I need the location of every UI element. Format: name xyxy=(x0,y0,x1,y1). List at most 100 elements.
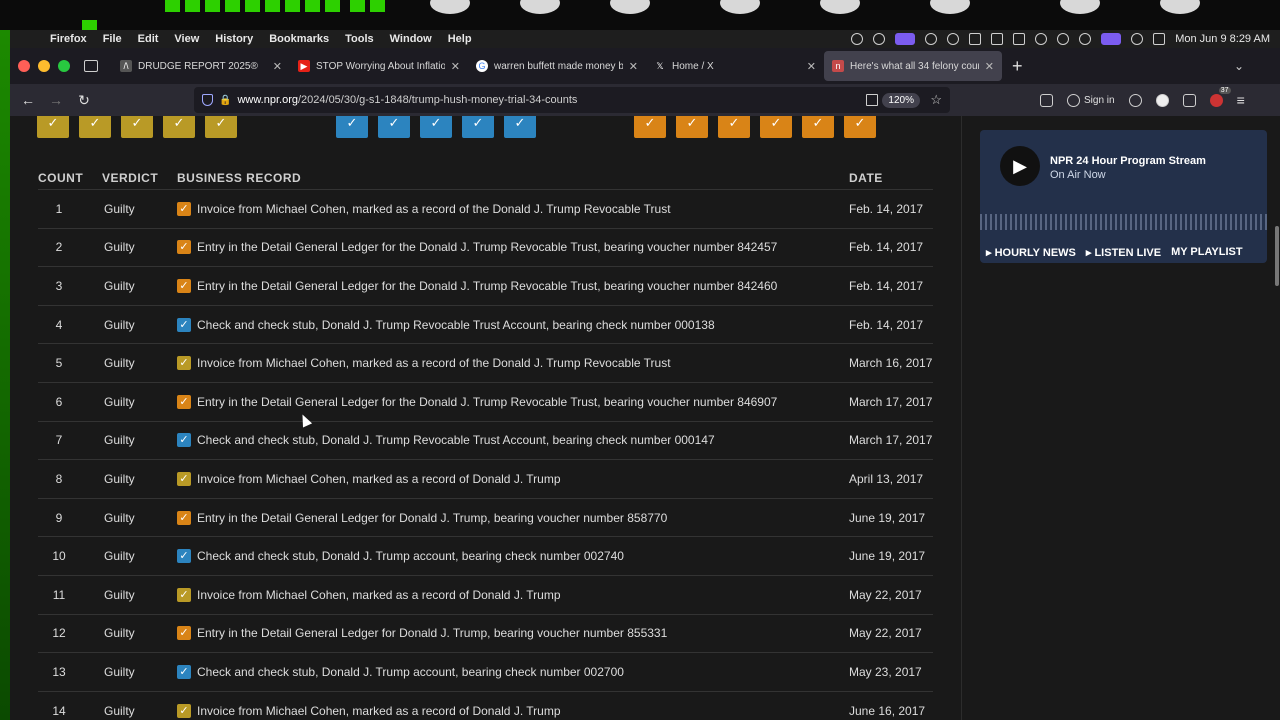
bluetooth-icon[interactable] xyxy=(1035,33,1048,45)
record-cell: ✓ Invoice from Michael Cohen, marked as a… xyxy=(177,356,849,371)
menu-help[interactable]: Help xyxy=(440,33,480,45)
menu-file[interactable]: File xyxy=(95,33,130,45)
player-links: ▸ HOURLY NEWS ▸ LISTEN LIVE MY PLAYLIST xyxy=(986,246,1243,259)
page-scrollbar[interactable] xyxy=(1275,226,1279,286)
audio-waveform xyxy=(980,214,1267,230)
menubar-clock[interactable]: Mon Jun 9 8:29 AM xyxy=(1175,33,1270,45)
lock-icon[interactable]: 🔒 xyxy=(219,95,231,106)
stage-manager-icon[interactable] xyxy=(1101,33,1122,45)
address-bar[interactable]: 🔒 www.npr.org /2024/05/30/g-s1-1848/trum… xyxy=(194,87,950,113)
verdict-cell: Guilty xyxy=(104,664,135,679)
checkbox-icon: ✓ xyxy=(177,626,191,641)
menu-hamburger-icon[interactable]: ≡ xyxy=(1237,92,1245,108)
listen-live-link[interactable]: ▸ LISTEN LIVE xyxy=(1086,246,1161,259)
checkbox-icon: ✓ xyxy=(177,433,191,448)
date-cell: March 17, 2017 xyxy=(849,394,933,409)
zoom-window-button[interactable] xyxy=(58,60,70,72)
sync-icon[interactable] xyxy=(873,33,886,45)
count-cell: 5 xyxy=(55,356,63,371)
close-icon[interactable]: ✕ xyxy=(985,60,994,73)
npr-icon: n xyxy=(832,60,844,72)
table-row: 1 Guilty ✓ Invoice from Michael Cohen, mark… xyxy=(38,190,933,229)
verdict-cell: Guilty xyxy=(104,317,135,332)
sign-in-label: Sign in xyxy=(1084,94,1115,106)
player-title: NPR 24 Hour Program Stream xyxy=(1050,155,1206,167)
display-icon[interactable] xyxy=(991,33,1004,45)
verdict-cell: Guilty xyxy=(104,356,135,371)
status-dot-icon[interactable] xyxy=(851,33,864,45)
pocket-icon[interactable] xyxy=(1040,93,1053,107)
felony-counts-table: COUNT VERDICT BUSINESS RECORD DATE 1 Guil… xyxy=(38,166,933,720)
record-text: Invoice from Michael Cohen, marked as a … xyxy=(197,471,561,486)
checkbox-icon: ✓ xyxy=(177,201,191,216)
record-text: Entry in the Detail General Ledger for t… xyxy=(197,278,778,293)
menu-edit[interactable]: Edit xyxy=(130,33,167,45)
play-icon[interactable]: ▶ xyxy=(1000,146,1040,186)
record-cell: ✓ Check and check stub, Donald J. Trump R… xyxy=(177,317,849,332)
x-icon: 𝕏 xyxy=(656,60,664,71)
forward-arrow-icon[interactable]: → xyxy=(42,92,70,108)
record-text: Check and check stub, Donald J. Trump Re… xyxy=(197,433,715,448)
zoom-level-badge[interactable]: 120% xyxy=(882,92,920,108)
extension-badge-count: 37 xyxy=(1218,86,1231,94)
bookmark-star-icon[interactable]: ☆ xyxy=(930,92,942,108)
header-verdict: VERDICT xyxy=(102,170,159,185)
menu-view[interactable]: View xyxy=(166,33,207,45)
menu-tools[interactable]: Tools xyxy=(337,33,382,45)
tab-x-home[interactable]: 𝕏 Home / X ✕ xyxy=(646,51,824,81)
extension-s-icon[interactable] xyxy=(1155,93,1169,107)
close-icon[interactable]: ✕ xyxy=(451,60,460,73)
tab-list-chevron-icon[interactable]: ⌄ xyxy=(1234,59,1244,73)
reader-view-icon[interactable] xyxy=(866,94,878,106)
close-icon[interactable]: ✕ xyxy=(273,60,282,73)
count-cell: 4 xyxy=(55,317,63,332)
verdict-cell: Guilty xyxy=(104,278,135,293)
extension-badge-icon[interactable]: 37 xyxy=(1209,86,1231,107)
date-cell: Feb. 14, 2017 xyxy=(849,240,924,255)
tab-overview-icon[interactable] xyxy=(84,60,98,72)
verdict-cell: Guilty xyxy=(104,240,135,255)
table-row: 9 Guilty ✓ Entry in the Detail General Ledg… xyxy=(38,499,933,538)
tab-npr-active[interactable]: n Here's what all 34 felony counts ✕ xyxy=(824,51,1002,81)
menu-window[interactable]: Window xyxy=(382,33,440,45)
checkbox-icon: ✓ xyxy=(177,703,191,718)
globe-icon[interactable] xyxy=(947,33,960,45)
record-cell: ✓ Invoice from Michael Cohen, marked as a… xyxy=(177,703,849,718)
tab-title: DRUDGE REPORT 2025® xyxy=(138,60,258,72)
extensions-puzzle-icon[interactable] xyxy=(1182,93,1196,107)
count-cell: 1 xyxy=(55,201,63,216)
close-icon[interactable]: ✕ xyxy=(807,60,816,73)
macos-menubar: Firefox File Edit View History Bookmarks… xyxy=(10,30,1280,48)
check-icon: ✓ xyxy=(336,116,368,138)
date-cell: Feb. 14, 2017 xyxy=(849,201,924,216)
new-tab-button[interactable]: + xyxy=(1002,56,1033,77)
close-icon[interactable]: ✕ xyxy=(629,60,638,73)
camera-icon[interactable] xyxy=(1013,33,1026,45)
minimize-window-button[interactable] xyxy=(38,60,50,72)
tab-google[interactable]: G warren buffett made money buy ✕ xyxy=(468,51,646,81)
my-playlist-link[interactable]: MY PLAYLIST xyxy=(1171,246,1243,259)
menu-history[interactable]: History xyxy=(207,33,261,45)
tab-drudge[interactable]: /\ DRUDGE REPORT 2025® ✕ xyxy=(112,51,290,81)
back-arrow-icon[interactable]: ← xyxy=(14,92,42,108)
close-window-button[interactable] xyxy=(18,60,30,72)
wifi-off-icon[interactable] xyxy=(1079,33,1092,45)
sign-in-button[interactable]: Sign in xyxy=(1067,93,1115,107)
tracking-shield-icon[interactable] xyxy=(202,94,213,106)
lock-icon[interactable] xyxy=(969,33,982,45)
spotlight-icon[interactable] xyxy=(1131,33,1144,45)
record-icon[interactable] xyxy=(925,33,938,45)
extension-glasses-icon[interactable] xyxy=(1128,93,1142,107)
verdict-cell: Guilty xyxy=(104,510,135,525)
menu-app-firefox[interactable]: Firefox xyxy=(42,33,95,45)
reload-icon[interactable]: ↻ xyxy=(70,92,98,109)
play-status-icon[interactable] xyxy=(1057,33,1070,45)
left-green-edge xyxy=(0,30,10,720)
hourly-news-link[interactable]: ▸ HOURLY NEWS xyxy=(986,246,1076,259)
control-center-icon[interactable] xyxy=(1153,33,1166,45)
verdict-cell: Guilty xyxy=(104,703,135,718)
menu-bookmarks[interactable]: Bookmarks xyxy=(261,33,337,45)
checkbox-icon: ✓ xyxy=(177,240,191,255)
tab-youtube[interactable]: ▶ STOP Worrying About Inflation. ✕ xyxy=(290,51,468,81)
screen-share-icon[interactable] xyxy=(895,33,916,45)
